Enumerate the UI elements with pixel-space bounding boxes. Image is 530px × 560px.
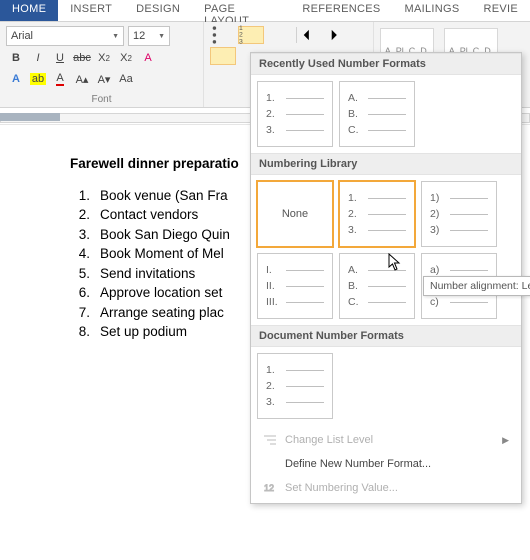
change-case-button[interactable]: Aa [116, 70, 136, 88]
font-group: Arial ▼ 12 ▼ B I U abc X2 X2 A A ab A A▴… [0, 22, 204, 107]
library-format-none[interactable]: None [257, 181, 333, 247]
align-left-button[interactable] [210, 47, 236, 65]
underline-button[interactable]: U [50, 49, 70, 67]
font-color-button[interactable]: A [50, 70, 70, 88]
tab-design[interactable]: DESIGN [124, 0, 192, 21]
clear-formatting-button[interactable]: A [138, 49, 158, 67]
svg-text:12: 12 [264, 483, 274, 493]
italic-button[interactable]: I [28, 49, 48, 67]
font-group-label: Font [6, 94, 197, 105]
ruler-margin [0, 113, 60, 121]
define-new-format-action[interactable]: Define New Number Format... [255, 452, 517, 476]
number-value-icon: 12 [263, 481, 277, 495]
subscript-button[interactable]: X2 [94, 49, 114, 67]
font-name-select[interactable]: Arial ▼ [6, 26, 124, 46]
tooltip: Number alignment: Left [423, 276, 530, 296]
font-size-value: 12 [133, 30, 145, 42]
superscript-button[interactable]: X2 [116, 49, 136, 67]
multilevel-list-button[interactable] [266, 26, 292, 44]
recent-format-1[interactable]: 1. 2. 3. [257, 81, 333, 147]
ribbon-tabs: HOME INSERT DESIGN PAGE LAYOUT REFERENCE… [0, 0, 530, 22]
library-format-2[interactable]: 1) 2) 3) [421, 181, 497, 247]
set-numbering-value-action: 12 Set Numbering Value... [255, 476, 517, 500]
library-format-1[interactable]: 1. 2. 3. [339, 181, 415, 247]
tab-insert[interactable]: INSERT [58, 0, 124, 21]
tab-references[interactable]: REFERENCES [290, 0, 392, 21]
section-library-header: Numbering Library [251, 153, 521, 175]
library-format-4[interactable]: A. B. C. [339, 253, 415, 319]
text-effects-button[interactable]: A [6, 70, 26, 88]
document-format-1[interactable]: 1. 2. 3. [257, 353, 333, 419]
grow-font-button[interactable]: A▴ [72, 70, 92, 88]
tab-mailings[interactable]: MAILINGS [393, 0, 472, 21]
change-list-level-action: Change List Level ▶ [255, 428, 517, 452]
chevron-right-icon: ▶ [502, 435, 509, 446]
tab-home[interactable]: HOME [0, 0, 58, 21]
section-recent-header: Recently Used Number Formats [251, 53, 521, 75]
indent-icon [263, 433, 277, 447]
blank-icon [263, 457, 277, 471]
section-document-header: Document Number Formats [251, 325, 521, 347]
recent-format-2[interactable]: A. B. C. [339, 81, 415, 147]
highlight-button[interactable]: ab [28, 70, 48, 88]
strikethrough-button[interactable]: abc [72, 49, 92, 67]
tab-page-layout[interactable]: PAGE LAYOUT [192, 0, 290, 21]
font-size-select[interactable]: 12 ▼ [128, 26, 170, 46]
font-name-value: Arial [11, 30, 33, 42]
tab-review[interactable]: REVIE [471, 0, 530, 21]
chevron-down-icon: ▼ [158, 33, 165, 40]
library-format-3[interactable]: I. II. III. [257, 253, 333, 319]
bullets-button[interactable] [210, 26, 236, 44]
bold-button[interactable]: B [6, 49, 26, 67]
chevron-down-icon: ▼ [112, 33, 119, 40]
numbering-button[interactable]: 123 [238, 26, 264, 44]
increase-indent-button[interactable] [329, 26, 355, 44]
shrink-font-button[interactable]: A▾ [94, 70, 114, 88]
decrease-indent-button[interactable] [301, 26, 327, 44]
